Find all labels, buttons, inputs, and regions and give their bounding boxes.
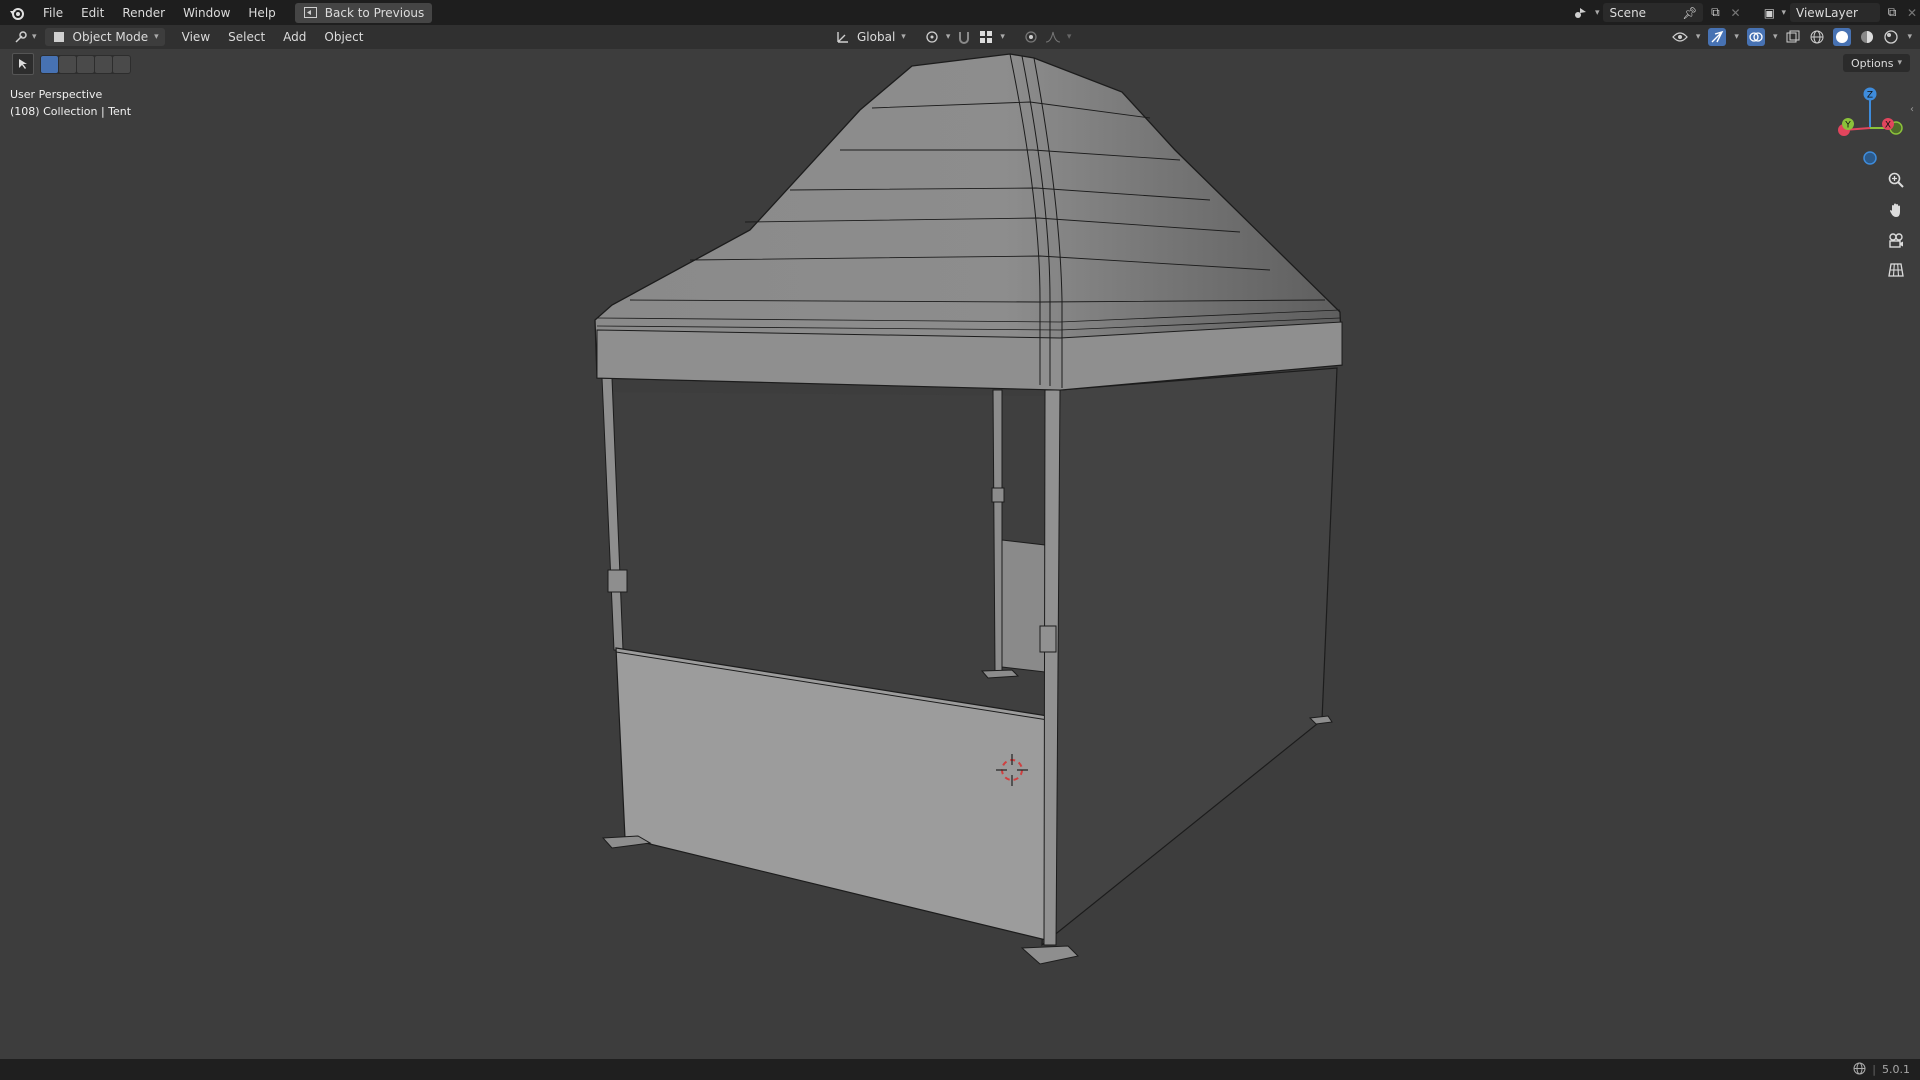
pan-tool[interactable]: [1884, 200, 1908, 224]
object-mode-icon: [51, 29, 67, 45]
solid-shading-icon[interactable]: [1833, 28, 1852, 46]
zoom-icon: [1888, 172, 1904, 192]
object-mode-dropdown[interactable]: Object Mode ▾: [44, 28, 165, 46]
shading-chevron-icon[interactable]: ▾: [1907, 32, 1912, 42]
wireframe-shading-icon[interactable]: [1809, 29, 1825, 45]
tent-back-pole-foot: [980, 669, 1020, 679]
object-mode-chevron-icon: ▾: [154, 32, 159, 42]
view-layer-field[interactable]: ViewLayer: [1790, 3, 1880, 22]
menu-add[interactable]: Add: [274, 30, 315, 44]
camera-view-tool[interactable]: [1884, 230, 1908, 254]
network-globe-icon[interactable]: [1853, 1062, 1866, 1078]
back-to-previous-button[interactable]: Back to Previous: [294, 2, 433, 23]
pivot-point-icon[interactable]: [924, 29, 940, 45]
overlays-toggle-icon[interactable]: [1746, 28, 1765, 46]
gizmo-y-label: Y: [1844, 121, 1851, 131]
material-preview-shading-icon[interactable]: [1859, 29, 1875, 45]
transform-orientation-icon: [835, 29, 851, 45]
zoom-tool[interactable]: [1884, 170, 1908, 194]
rendered-shading-icon[interactable]: [1883, 29, 1899, 45]
screen-back-icon: [303, 5, 319, 21]
snap-toggle-icon[interactable]: [956, 29, 972, 45]
sidebar-toggle-icon[interactable]: ‹: [1910, 104, 1914, 115]
version-separator: |: [1872, 1063, 1876, 1076]
version-info: | 5.0.1: [1853, 1062, 1920, 1078]
status-bar: | 5.0.1: [0, 1059, 1920, 1080]
tent-object[interactable]: [594, 53, 1343, 965]
new-scene-icon[interactable]: ⧉: [1707, 5, 1723, 21]
delete-scene-icon[interactable]: ✕: [1727, 5, 1743, 21]
perspective-toggle-tool[interactable]: [1884, 260, 1908, 284]
menu-render[interactable]: Render: [113, 6, 174, 20]
transform-orientation-chevron-icon[interactable]: ▾: [901, 32, 906, 42]
snap-target-chevron-icon[interactable]: ▾: [1000, 32, 1005, 42]
view-layer-dropdown-chevron-icon[interactable]: ▾: [1781, 8, 1786, 18]
hand-icon: [1888, 202, 1904, 222]
scene-name-field[interactable]: Scene 📌︎: [1603, 3, 1704, 22]
xray-toggle-icon[interactable]: [1785, 29, 1801, 45]
pivot-point-chevron-icon[interactable]: ▾: [946, 32, 951, 42]
tent-front-foot: [1020, 945, 1080, 965]
editor-type-chevron-icon[interactable]: ▾: [32, 32, 37, 42]
proportional-editing-icon[interactable]: [1023, 29, 1039, 45]
tent-back-pole-clamp: [991, 487, 1005, 503]
scene-name: Scene: [1609, 5, 1647, 20]
pin-icon[interactable]: 📌︎: [1682, 6, 1697, 20]
camera-icon: [1888, 232, 1904, 252]
snap-target-icon[interactable]: [978, 29, 994, 45]
visibility-eye-icon[interactable]: [1672, 29, 1688, 45]
tent-right-wall: [1041, 367, 1338, 947]
gizmo-z-label: Z: [1867, 91, 1873, 101]
tent-back-pole: [992, 389, 1003, 673]
tent-front-pole-clamp: [1039, 625, 1057, 653]
gizmo-x-label: X: [1885, 121, 1891, 131]
overlays-chevron-icon[interactable]: ▾: [1773, 32, 1778, 42]
editor-type-icon[interactable]: [12, 29, 32, 45]
menu-view[interactable]: View: [173, 30, 219, 44]
version-label: 5.0.1: [1882, 1063, 1910, 1076]
menu-window[interactable]: Window: [174, 6, 239, 20]
menu-file[interactable]: File: [34, 6, 72, 20]
blender-logo-icon[interactable]: [0, 6, 34, 20]
object-mode-label: Object Mode: [72, 30, 149, 44]
menu-select[interactable]: Select: [219, 30, 274, 44]
proportional-falloff-chevron-icon[interactable]: ▾: [1067, 32, 1072, 42]
navigation-gizmo[interactable]: Z X Y: [1830, 84, 1910, 168]
gizmo-neg-z-handle[interactable]: [1863, 151, 1877, 165]
view-layer-name: ViewLayer: [1796, 5, 1858, 20]
view-layer-icon[interactable]: ▣: [1761, 5, 1777, 21]
grid-icon: [1888, 262, 1904, 282]
viewport-3d-scene[interactable]: [0, 49, 1920, 1059]
scene-icon[interactable]: [1569, 5, 1591, 21]
tent-left-pole-clamp: [607, 569, 628, 593]
proportional-falloff-icon[interactable]: [1045, 29, 1061, 45]
back-to-previous-label: Back to Previous: [324, 5, 425, 20]
menu-edit[interactable]: Edit: [72, 6, 113, 20]
gizmo-chevron-icon[interactable]: ▾: [1734, 32, 1739, 42]
visibility-chevron-icon[interactable]: ▾: [1696, 32, 1701, 42]
top-menubar: File Edit Render Window Help Back to Pre…: [0, 0, 1920, 25]
tent-back-panel: [1001, 539, 1046, 673]
gizmo-toggle-icon[interactable]: [1708, 28, 1727, 46]
viewport-header: ▾ Object Mode ▾ View Select Add Object G…: [0, 25, 1920, 49]
menu-help[interactable]: Help: [239, 6, 284, 20]
new-view-layer-icon[interactable]: ⧉: [1884, 5, 1900, 21]
scene-dropdown-chevron-icon[interactable]: ▾: [1595, 8, 1600, 18]
transform-orientation-label[interactable]: Global: [857, 30, 895, 44]
menu-object[interactable]: Object: [315, 30, 372, 44]
top-right-controls: ▾ Scene 📌︎ ⧉ ✕ ▣ ▾ ViewLayer ⧉ ✕: [1569, 0, 1920, 25]
delete-view-layer-icon[interactable]: ✕: [1904, 5, 1920, 21]
transform-controls: Global ▾ ▾ ▾ ▾: [835, 25, 1071, 49]
viewport-display-controls: ▾ ▾ ▾ ▾: [1672, 25, 1912, 49]
